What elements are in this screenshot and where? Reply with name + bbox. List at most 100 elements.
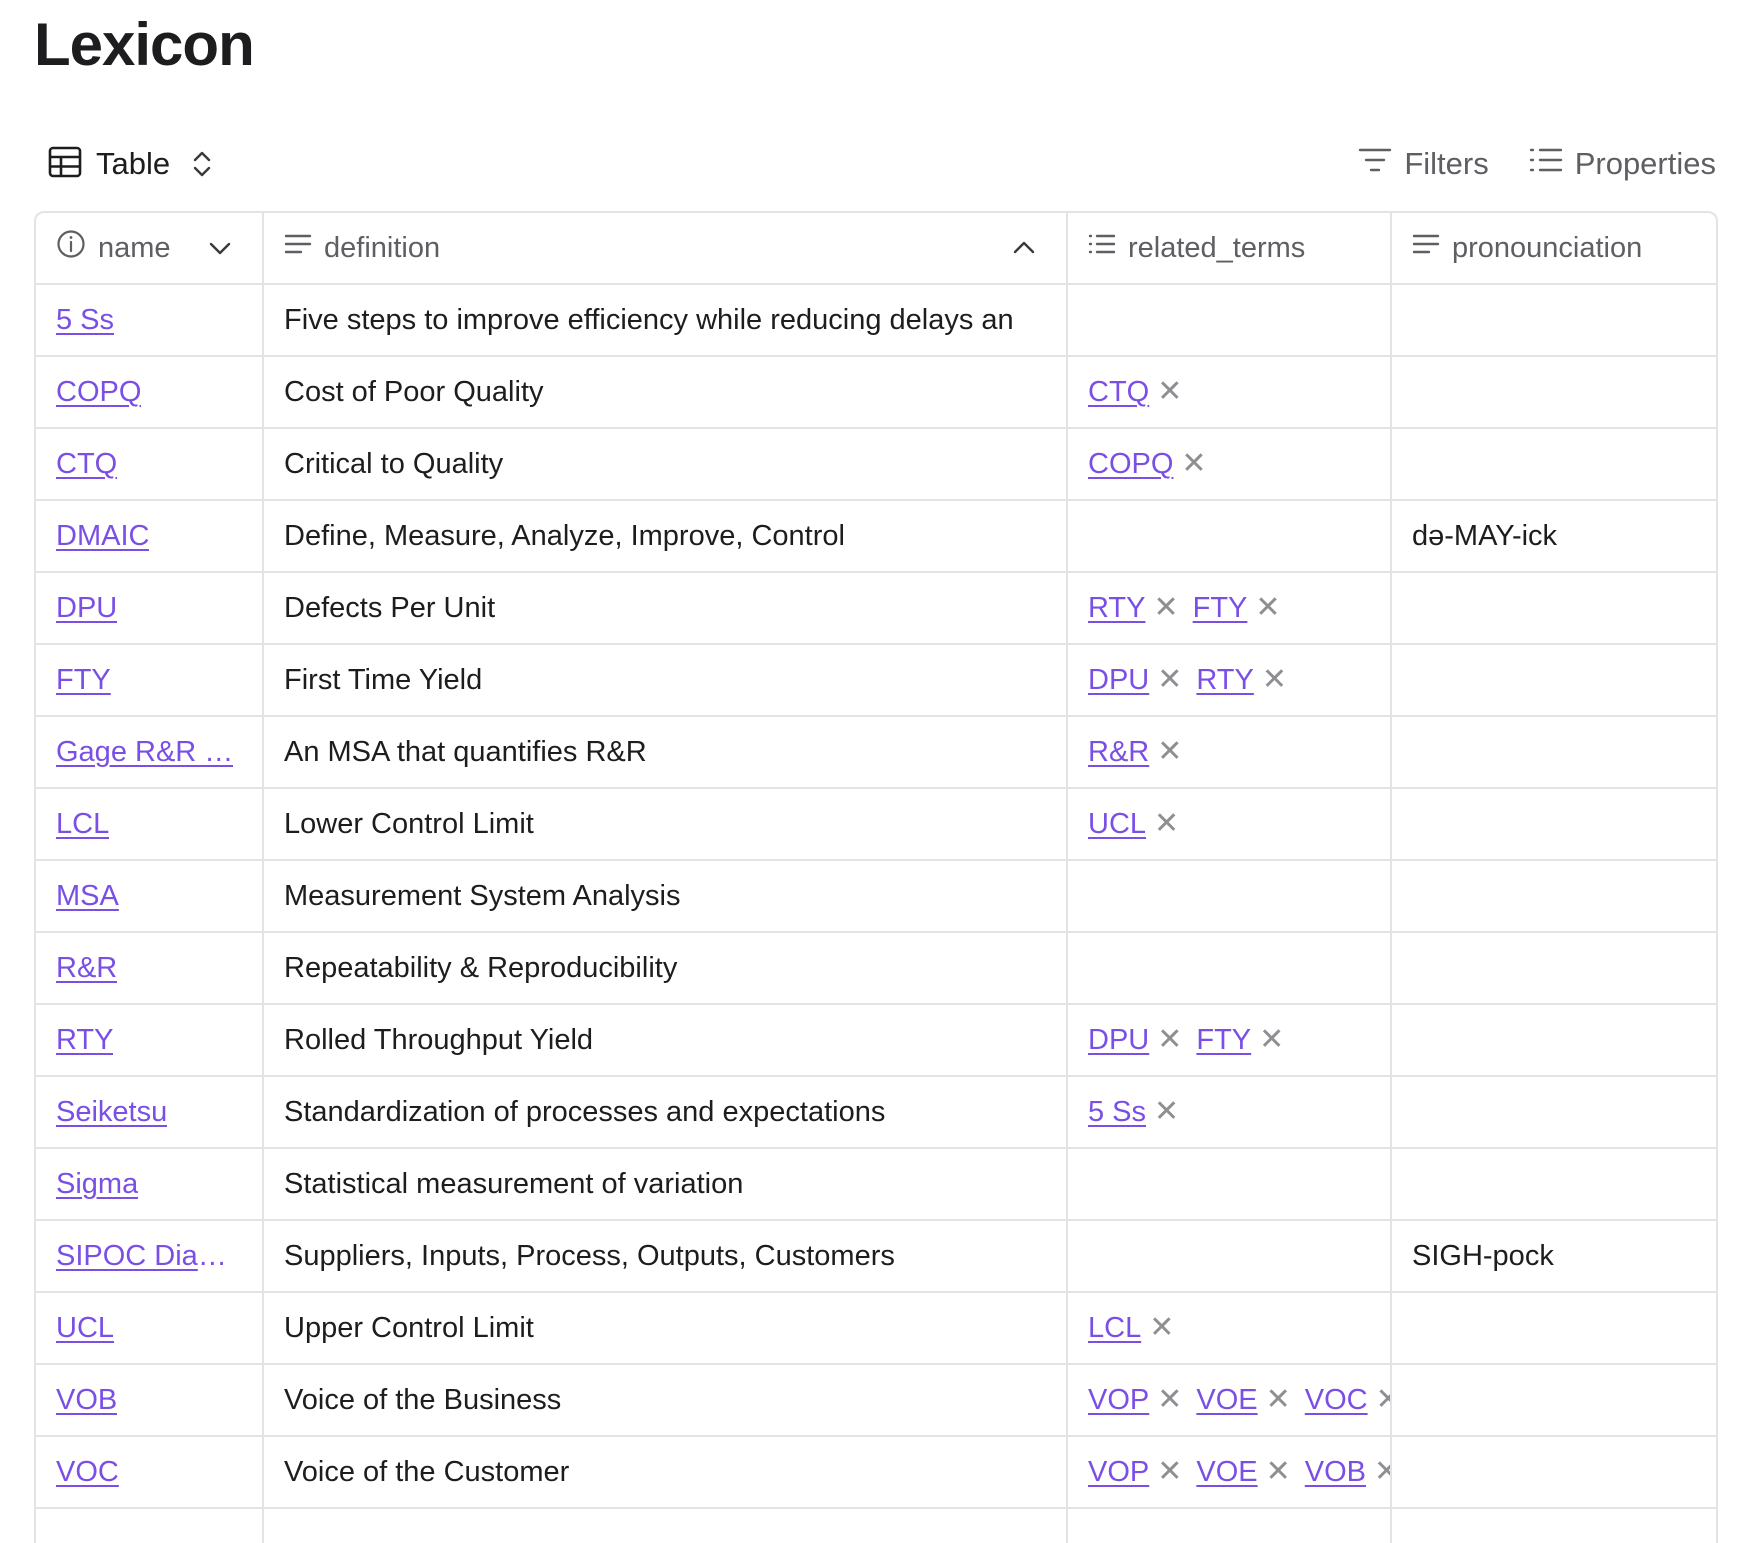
table-row[interactable]: Sigma Statistical measurement of variatio…: [36, 1149, 1716, 1221]
related-terms-cell[interactable]: DPU ✕ FTY ✕: [1068, 1005, 1392, 1075]
related-term-link[interactable]: UCL: [1088, 808, 1146, 841]
table-row[interactable]: Gage R&R … An MSA that quantifies R&R R&R ✕: [36, 717, 1716, 789]
pronounciation-cell[interactable]: [1392, 1365, 1716, 1435]
remove-term-icon[interactable]: ✕: [1255, 593, 1280, 623]
column-header-definition[interactable]: definition: [264, 213, 1068, 283]
name-cell[interactable]: Sigma: [36, 1149, 264, 1219]
name-cell[interactable]: UCL: [36, 1293, 264, 1363]
related-terms-cell[interactable]: [1068, 1149, 1392, 1219]
pronounciation-cell[interactable]: [1392, 1149, 1716, 1219]
term-link[interactable]: Sigma: [56, 1168, 138, 1201]
pronounciation-cell[interactable]: [1392, 717, 1716, 787]
related-term-link[interactable]: VOC: [1305, 1384, 1368, 1417]
name-cell[interactable]: R&R: [36, 933, 264, 1003]
term-link[interactable]: VOC: [56, 1456, 119, 1489]
remove-term-icon[interactable]: ✕: [1181, 449, 1206, 479]
term-link[interactable]: Gage R&R …: [56, 736, 233, 769]
related-term-link[interactable]: 5 Ss: [1088, 1096, 1146, 1129]
column-header-related-terms[interactable]: related_terms: [1068, 213, 1392, 283]
definition-cell[interactable]: Measurement System Analysis: [264, 861, 1068, 931]
related-terms-cell[interactable]: [1068, 285, 1392, 355]
name-cell[interactable]: VOC: [36, 1437, 264, 1507]
definition-cell[interactable]: Define, Measure, Analyze, Improve, Contr…: [264, 501, 1068, 571]
table-row[interactable]: 5 Ss Five steps to improve efficiency whi…: [36, 285, 1716, 357]
related-term-link[interactable]: COPQ: [1088, 448, 1173, 481]
definition-cell[interactable]: Rolled Throughput Yield: [264, 1005, 1068, 1075]
term-link[interactable]: VOB: [56, 1384, 117, 1417]
filters-button[interactable]: Filters: [1358, 146, 1489, 182]
related-terms-cell[interactable]: [1068, 933, 1392, 1003]
remove-term-icon[interactable]: ✕: [1157, 377, 1182, 407]
remove-term-icon[interactable]: ✕: [1149, 1313, 1174, 1343]
related-terms-cell[interactable]: RTY ✕ FTY ✕: [1068, 573, 1392, 643]
definition-cell[interactable]: Cost of Poor Quality: [264, 357, 1068, 427]
pronounciation-cell[interactable]: [1392, 357, 1716, 427]
remove-term-icon[interactable]: ✕: [1157, 1457, 1182, 1487]
view-switcher[interactable]: Table: [48, 136, 212, 192]
pronounciation-cell[interactable]: [1392, 1293, 1716, 1363]
related-term-link[interactable]: VOP: [1088, 1384, 1149, 1417]
name-cell[interactable]: FTY: [36, 645, 264, 715]
definition-cell[interactable]: Voice of the Customer: [264, 1437, 1068, 1507]
column-header-name[interactable]: name: [36, 213, 264, 283]
name-cell[interactable]: Seiketsu: [36, 1077, 264, 1147]
definition-cell[interactable]: Critical to Quality: [264, 429, 1068, 499]
related-term-link[interactable]: VOE: [1196, 1384, 1257, 1417]
name-cell[interactable]: CTQ: [36, 429, 264, 499]
related-terms-cell[interactable]: VOP ✕ VOE ✕ VOC ✕: [1068, 1365, 1392, 1435]
pronounciation-cell[interactable]: [1392, 1005, 1716, 1075]
related-term-link[interactable]: FTY: [1196, 1024, 1251, 1057]
related-terms-cell[interactable]: [1068, 1221, 1392, 1291]
properties-button[interactable]: Properties: [1529, 146, 1716, 182]
definition-cell[interactable]: [264, 1509, 1068, 1543]
definition-cell[interactable]: Lower Control Limit: [264, 789, 1068, 859]
definition-cell[interactable]: Suppliers, Inputs, Process, Outputs, Cus…: [264, 1221, 1068, 1291]
definition-cell[interactable]: Standardization of processes and expecta…: [264, 1077, 1068, 1147]
name-cell[interactable]: DPU: [36, 573, 264, 643]
term-link[interactable]: 5 Ss: [56, 304, 114, 337]
remove-term-icon[interactable]: ✕: [1259, 1025, 1284, 1055]
remove-term-icon[interactable]: ✕: [1157, 665, 1182, 695]
definition-cell[interactable]: Five steps to improve efficiency while r…: [264, 285, 1068, 355]
term-link[interactable]: MSA: [56, 880, 119, 913]
name-cell[interactable]: 5 Ss: [36, 285, 264, 355]
definition-cell[interactable]: First Time Yield: [264, 645, 1068, 715]
related-terms-cell[interactable]: R&R ✕: [1068, 717, 1392, 787]
related-term-link[interactable]: VOP: [1088, 1456, 1149, 1489]
remove-term-icon[interactable]: ✕: [1153, 593, 1178, 623]
name-cell[interactable]: VOB: [36, 1365, 264, 1435]
term-link[interactable]: Seiketsu: [56, 1096, 167, 1129]
name-cell[interactable]: [36, 1509, 264, 1543]
definition-cell[interactable]: Voice of the Business: [264, 1365, 1068, 1435]
definition-cell[interactable]: Repeatability & Reproducibility: [264, 933, 1068, 1003]
pronounciation-cell[interactable]: [1392, 861, 1716, 931]
name-cell[interactable]: Gage R&R …: [36, 717, 264, 787]
term-link[interactable]: DMAIC: [56, 520, 149, 553]
remove-term-icon[interactable]: ✕: [1374, 1457, 1390, 1487]
remove-term-icon[interactable]: ✕: [1262, 665, 1287, 695]
pronounciation-cell[interactable]: [1392, 1077, 1716, 1147]
term-link[interactable]: FTY: [56, 664, 111, 697]
name-cell[interactable]: MSA: [36, 861, 264, 931]
table-row[interactable]: UCL Upper Control Limit LCL ✕: [36, 1293, 1716, 1365]
related-term-link[interactable]: R&R: [1088, 736, 1149, 769]
name-cell[interactable]: RTY: [36, 1005, 264, 1075]
pronounciation-cell[interactable]: də-MAY-ick: [1392, 501, 1716, 571]
table-row[interactable]: SIPOC Diag… Suppliers, Inputs, Process, O…: [36, 1221, 1716, 1293]
table-row[interactable]: LCL Lower Control Limit UCL ✕: [36, 789, 1716, 861]
table-row[interactable]: FTY First Time Yield DPU ✕ RTY ✕: [36, 645, 1716, 717]
remove-term-icon[interactable]: ✕: [1157, 737, 1182, 767]
remove-term-icon[interactable]: ✕: [1376, 1385, 1390, 1415]
pronounciation-cell[interactable]: SIGH-pock: [1392, 1221, 1716, 1291]
column-header-pronounciation[interactable]: pronounciation: [1392, 213, 1716, 283]
term-link[interactable]: DPU: [56, 592, 117, 625]
term-link[interactable]: CTQ: [56, 448, 117, 481]
related-terms-cell[interactable]: [1068, 861, 1392, 931]
table-row[interactable]: R&R Repeatability & Reproducibility: [36, 933, 1716, 1005]
related-term-link[interactable]: VOB: [1305, 1456, 1366, 1489]
related-terms-cell[interactable]: [1068, 501, 1392, 571]
definition-cell[interactable]: An MSA that quantifies R&R: [264, 717, 1068, 787]
related-terms-cell[interactable]: CTQ ✕: [1068, 357, 1392, 427]
remove-term-icon[interactable]: ✕: [1266, 1385, 1291, 1415]
term-link[interactable]: LCL: [56, 808, 109, 841]
